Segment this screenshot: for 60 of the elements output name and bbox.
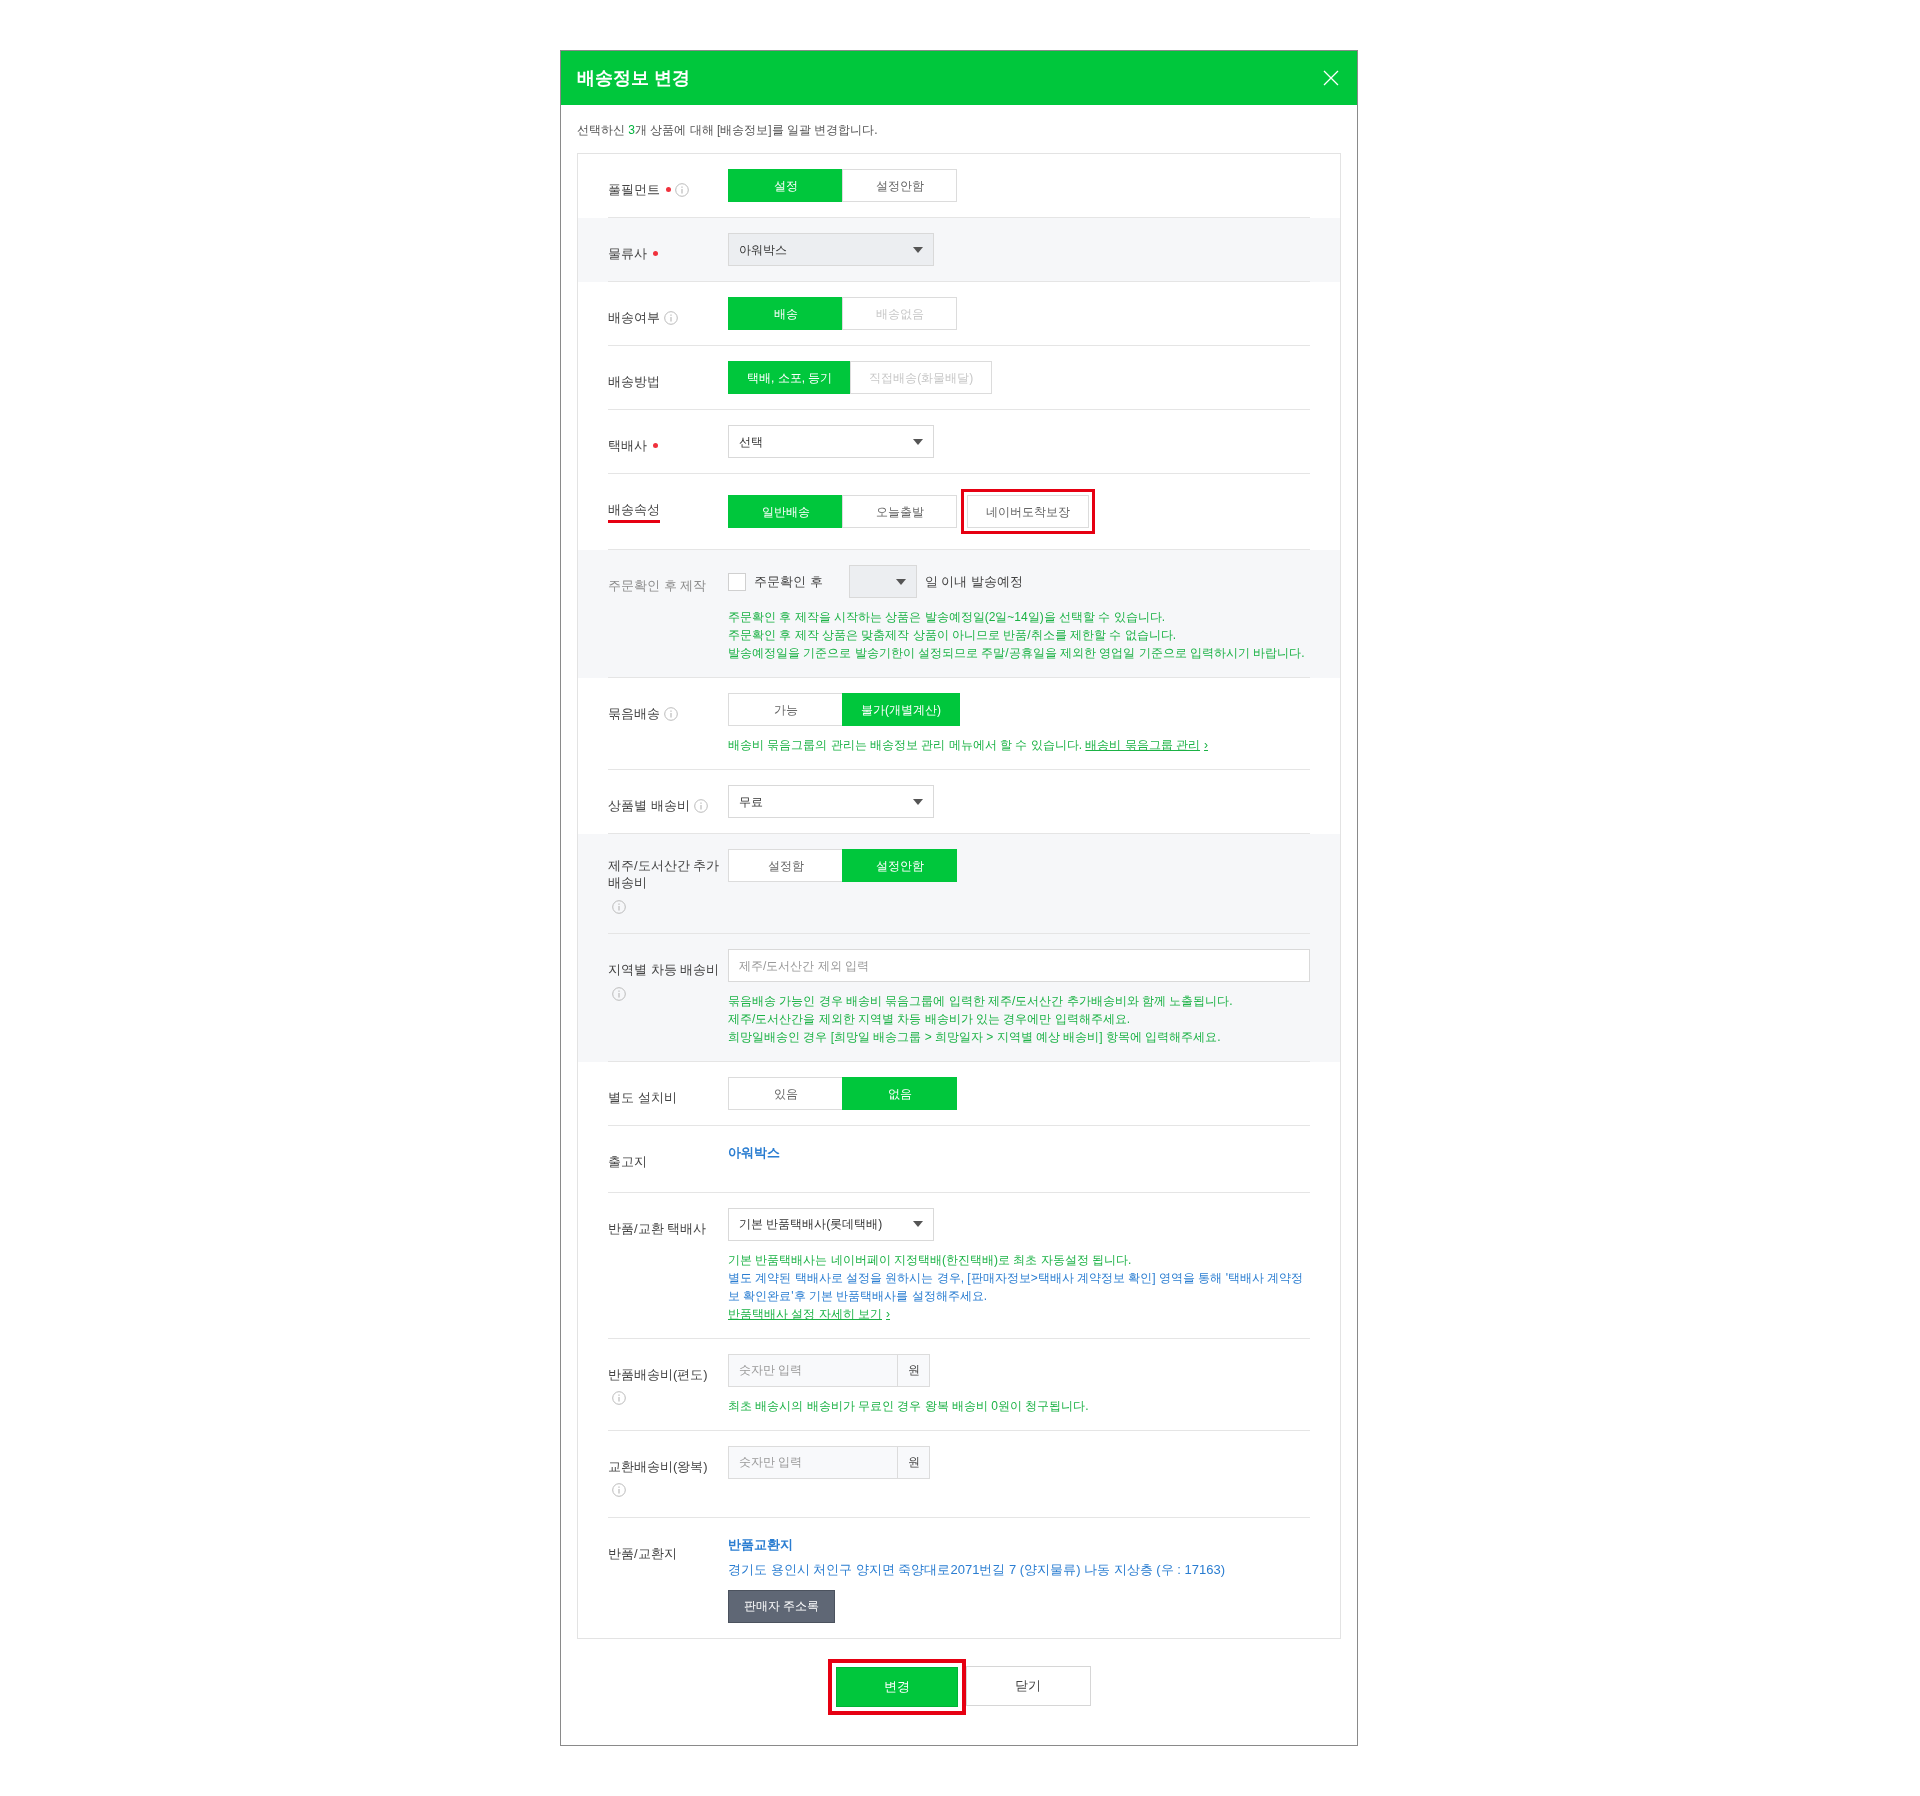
select-field[interactable]: 무료 [728,785,934,818]
help-text: 기본 반품택배사는 네이버페이 지정택배(한진택배)로 최초 자동설정 됩니다. [728,1251,1133,1269]
field-label: 반품배송비(편도) [608,1365,708,1383]
help-text: 별도 계약된 택배사로 설정을 원하시는 경우, [판매자정보>택배사 계약정보 확인] 영역을 통해 '택배사 계약정보 확인완료'후 기본 반품택배사를 설정해주세요. [728,1269,1305,1305]
option-button[interactable]: 네이버도착보장 [967,495,1089,528]
option-button[interactable]: 설정안함 [842,169,957,202]
field-label: 교환배송비(왕복) [608,1457,708,1475]
close-button[interactable] [1321,68,1341,88]
help-text: 배송비 묶음그룹의 관리는 배송정보 관리 메뉴에서 할 수 있습니다. 배송비 묶음그룹 관리 › [728,737,1210,754]
field-label: 반품/교환지 [608,1544,677,1562]
caret-icon [895,578,906,585]
field-suffix: 일 이내 발송예정 [924,572,1023,591]
help-text: 주문확인 후 제작 상품은 맞춤제작 상품이 아니므로 반품/취소를 제한할 수 없습니다. [728,627,1177,644]
help-text: 발송예정일을 기준으로 발송기한이 설정되므로 주말/공휴일을 제외한 영업일 기준으로 입력하시기 바랍니다. [728,645,1306,662]
intro-text: 선택하신 3개 상품에 대해 [배송정보]를 일괄 변경합니다. [577,122,879,139]
warehouse-name: 아워박스 [728,1144,781,1162]
field-label: 풀필먼트 [608,181,660,198]
unit-label: 원 [897,1353,930,1387]
checkbox[interactable] [728,572,746,591]
address-book-button[interactable]: 판매자 주소록 [728,1589,836,1623]
field-label: 배송방법 [608,373,660,390]
field-label: 배송여부 [608,309,660,326]
field-label: 상품별 배송비 [608,797,690,814]
help-text: 묶음배송 가능인 경우 배송비 묶음그룹에 입력한 제주/도서산간 추가배송비와 함께 노출됩니다. [728,993,1234,1010]
dialog-title: 배송정보 변경 [577,66,690,90]
option-button[interactable]: 오늘출발 [842,495,957,528]
help-text: 희망일배송인 경우 [희망일 배송그룹 > 희망일자 > 지역별 예상 배송비] 항목에 입력해주세요. [728,1029,1222,1046]
field-label: 주문확인 후 제작 [608,577,707,594]
help-text: 최초 배송시의 배송비가 무료인 경우 왕복 배송비 0원이 청구됩니다. [728,1397,1090,1415]
input-field[interactable]: 제주/도서산간 제외 입력 [728,949,1310,982]
address-title: 반품교환지 [728,1535,794,1554]
field-label: 택배사 [608,437,647,454]
checkbox-label: 주문확인 후 [754,572,823,591]
field-label: 별도 설치비 [608,1089,677,1106]
select-field[interactable]: 기본 반품택배사(롯데택배) [728,1207,934,1241]
select-field[interactable]: 선택 [728,425,934,458]
close-icon [1323,70,1339,86]
address-text: 경기도 용인시 처인구 양지면 죽양대로2071번길 7 (양지물류) 나동 지상층 (우 : 17163) [728,1561,1226,1579]
option-button[interactable]: 가능 [728,693,843,726]
help-text: 주문확인 후 제작을 시작하는 상품은 발송예정일(2일~14일)을 선택할 수 있습니다. [728,609,1167,626]
field-label: 출고지 [608,1153,647,1170]
option-button[interactable]: 설정함 [728,849,843,882]
help-link[interactable]: 배송비 묶음그룹 관리 › [1085,738,1209,752]
field-label: 배송속성 [608,501,660,523]
amount-field[interactable]: 숫자만 입력 [728,1353,898,1387]
field-label: 물류사 [608,245,647,262]
footer-button[interactable]: 닫기 [965,1665,1091,1706]
field-label: 제주/도서산간 추가 배송비 [608,857,721,891]
caret-icon [913,438,923,445]
unit-label: 원 [897,1445,930,1479]
amount-field[interactable]: 숫자만 입력 [728,1445,898,1479]
help-link[interactable]: 반품택배사 설정 자세히 보기 › [728,1306,890,1321]
caret-icon [913,246,923,253]
option-button[interactable]: 있음 [728,1077,843,1110]
help-text: 제주/도서산간을 제외한 지역별 차등 배송비가 있는 경우에만 입력해주세요. [728,1011,1131,1028]
caret-icon [913,798,923,805]
field-label: 묶음배송 [608,705,660,722]
field-label: 지역별 차등 배송비 [608,961,720,978]
field-label: 반품/교환 택배사 [608,1219,707,1237]
caret-icon [913,1221,923,1227]
